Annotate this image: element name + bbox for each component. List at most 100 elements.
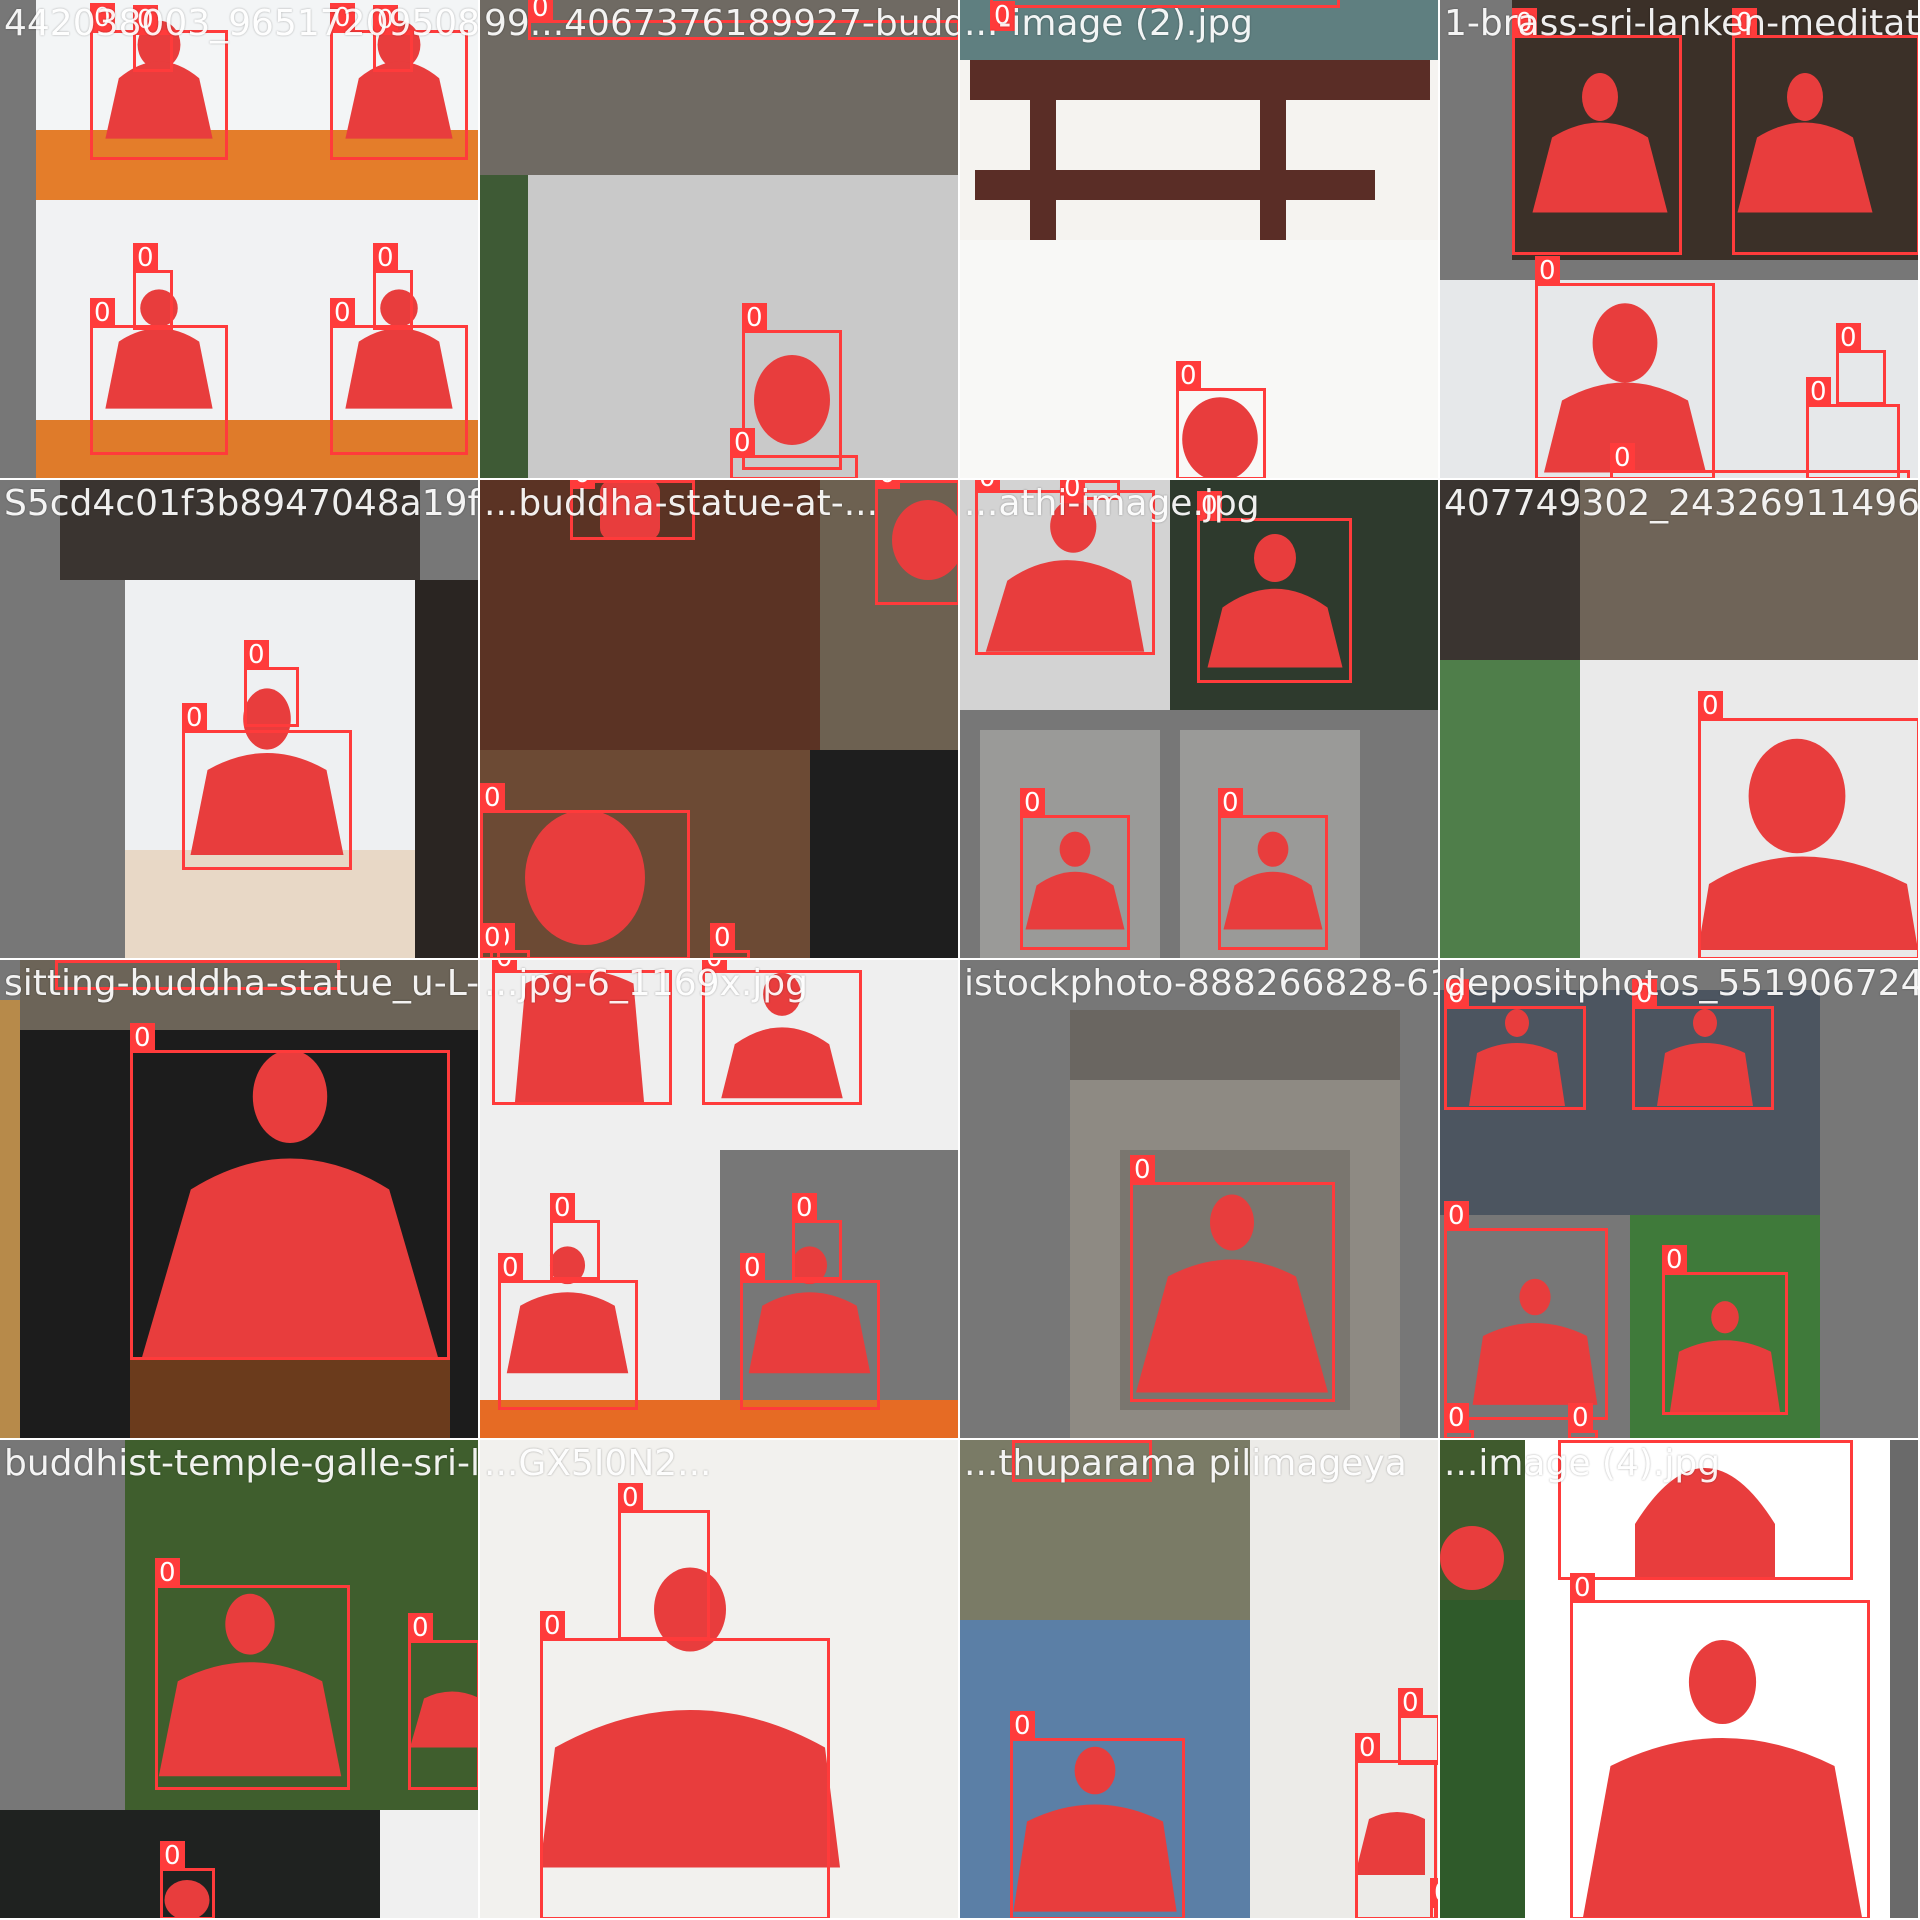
detection-box: 0	[1176, 361, 1266, 478]
image-filename: S5cd4c01f3b8947048a19f80d596	[4, 483, 480, 524]
tile-1: 0 0 0 0 0 0 0 0 442038003_96517209508579…	[0, 0, 480, 480]
class-label: 0	[550, 1193, 575, 1223]
class-label: 0	[182, 703, 207, 733]
detection-box: 0	[1398, 1688, 1438, 1765]
class-label: 0	[792, 1193, 817, 1223]
class-label: 0	[540, 1611, 565, 1641]
detection-box: 0	[160, 1841, 215, 1918]
detection-box: 0	[740, 1253, 880, 1410]
image-filename: ...-image (2).jpg	[964, 3, 1254, 44]
tile-12: 0 0 0 0 0 0 depositphotos_551906724-s	[1440, 960, 1920, 1440]
image-filename: ...buddha-statue-at-...	[484, 483, 879, 524]
class-label: 0	[160, 1841, 185, 1871]
class-label: 0	[1010, 1711, 1035, 1741]
detection-box: 0	[1444, 979, 1586, 1110]
class-label: 0	[373, 243, 398, 273]
class-label: 0	[1610, 443, 1635, 473]
class-label: 0	[1535, 256, 1560, 286]
detection-box: 0	[1218, 788, 1328, 950]
detection-box: 0	[710, 923, 750, 958]
image-filename: 442038003_965172095085795	[4, 3, 480, 44]
class-label: 0	[1698, 691, 1723, 721]
detection-box: 0	[480, 923, 505, 958]
detection-box: 0	[1698, 691, 1918, 958]
class-label: 0	[1398, 1688, 1423, 1718]
class-label: 0	[480, 783, 505, 813]
detection-box: 0	[130, 1023, 450, 1360]
detection-box: 0	[1355, 1733, 1437, 1918]
class-label: 0	[1444, 1403, 1469, 1433]
mosaic-grid: 0 0 0 0 0 0 0 0 442038003_96517209508579…	[0, 0, 1920, 1920]
image-filename: 99...4067376189927-buddha.png	[484, 3, 958, 44]
detection-box: 0	[1662, 1245, 1788, 1415]
detection-box: 0	[875, 480, 958, 605]
tile-15: 0 0 0 0 0 ...thuparama pilimageya	[960, 1440, 1440, 1920]
detection-box: 0	[408, 1613, 478, 1790]
class-label: 0	[130, 1023, 155, 1053]
tile-11: 0 istockphoto-888266828-612x612.jpg	[960, 960, 1440, 1440]
class-label: 0	[710, 923, 735, 953]
class-label: 0	[742, 303, 767, 333]
tile-9: 0 0 sitting-buddha-statue_u-L-PGS	[0, 960, 480, 1440]
class-label: 0	[1020, 788, 1045, 818]
detection-box: 0	[550, 1193, 600, 1280]
detection-box: 0	[1430, 1878, 1438, 1918]
class-label: 0	[1444, 1201, 1469, 1231]
detection-box: 0	[1632, 979, 1774, 1110]
image-filename: depositphotos_551906724-s	[1444, 963, 1920, 1004]
detection-box: 0	[1010, 1711, 1185, 1918]
detection-box: 0	[90, 298, 228, 455]
class-label: 0	[1430, 1878, 1438, 1908]
detection-box: 0	[618, 1483, 710, 1640]
tile-8: 0 407749302_2432691149693	[1440, 480, 1920, 960]
image-filename: ...image (4).jpg	[1444, 1443, 1721, 1484]
detection-box: 0	[792, 1193, 842, 1280]
detection-box: 0	[133, 243, 173, 330]
detection-box: 0	[1512, 8, 1682, 255]
detection-box: 0	[182, 703, 352, 870]
detection-box: 0	[330, 298, 468, 455]
class-label: 0	[1130, 1155, 1155, 1185]
image-filename: sitting-buddha-statue_u-L-PGS	[4, 963, 480, 1004]
detection-box: 0	[1130, 1155, 1335, 1402]
detection-box: 0	[1568, 1403, 1598, 1438]
class-label: 0	[740, 1253, 765, 1283]
image-filename: ...thuparama pilimageya	[964, 1443, 1407, 1484]
tile-2: 0 0 0 99...4067376189927-buddha.png	[480, 0, 960, 480]
class-label: 0	[480, 923, 505, 953]
class-label: 0	[498, 1253, 523, 1283]
image-filename: 1-brass-sri-lanken-meditating	[1444, 3, 1920, 44]
detection-box: 0	[155, 1558, 350, 1790]
class-label: 0	[618, 1483, 643, 1513]
tile-13: 0 0 0 buddhist-temple-galle-sri-lan	[0, 1440, 480, 1920]
image-filename: 407749302_2432691149693	[1444, 483, 1920, 524]
class-label: 0	[1218, 788, 1243, 818]
detection-box: 0	[1610, 443, 1910, 478]
tile-7: 0 0 0 0 0 ...athi-image.jpg	[960, 480, 1440, 960]
tile-6: 0 0 0 0 0 0 ...buddha-statue-at-...	[480, 480, 960, 960]
detection-box: 0	[1444, 1403, 1474, 1438]
tile-16: 0 0 ...image (4).jpg	[1440, 1440, 1920, 1920]
tile-5: 0 0 S5cd4c01f3b8947048a19f80d596	[0, 480, 480, 960]
detection-box: 0	[1806, 377, 1900, 478]
detection-box: 0	[540, 1611, 830, 1918]
class-label: 0	[155, 1558, 180, 1588]
class-label: 0	[875, 480, 900, 489]
class-label: 0	[90, 298, 115, 328]
image-filename: istockphoto-888266828-612x612.jpg	[964, 963, 1440, 1004]
class-label: 0	[1176, 361, 1201, 391]
detection-box: 0	[1444, 1201, 1608, 1420]
detection-box: 0	[1197, 491, 1352, 683]
class-label: 0	[330, 298, 355, 328]
class-label: 0	[730, 428, 755, 458]
class-label: 0	[408, 1613, 433, 1643]
image-filename: buddhist-temple-galle-sri-lan	[4, 1443, 480, 1484]
class-label: 0	[1570, 1573, 1595, 1603]
tile-3: 0 0 ...-image (2).jpg	[960, 0, 1440, 480]
class-label: 0	[1662, 1245, 1687, 1275]
class-label: 0	[1806, 377, 1831, 407]
statue-mask	[1440, 1500, 1520, 1600]
detection-box: 0	[1732, 8, 1918, 255]
class-label: 0	[244, 640, 269, 670]
image-filename: ...jpg-6_1169x.jpg	[484, 963, 808, 1004]
